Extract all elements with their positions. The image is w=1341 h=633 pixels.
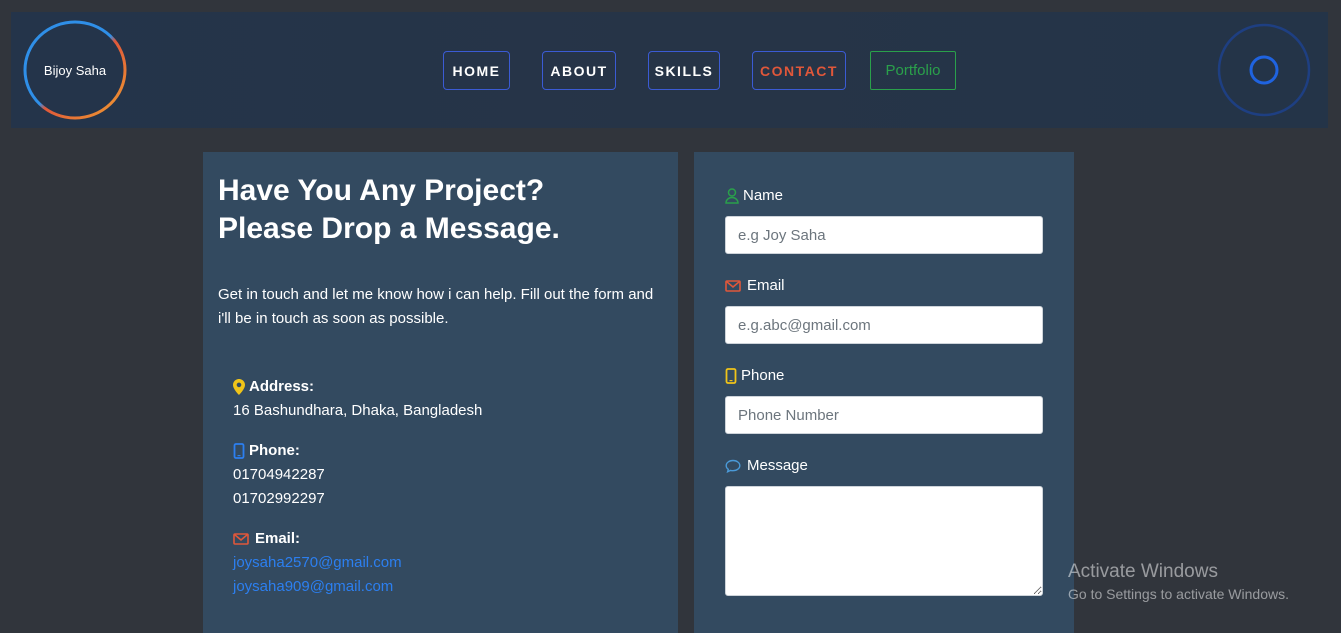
message-label: Message bbox=[747, 457, 808, 474]
loading-spinner-icon bbox=[1217, 23, 1311, 117]
phone-label: Phone: bbox=[249, 442, 300, 459]
message-field-group: Message bbox=[725, 456, 1043, 601]
phone-input[interactable] bbox=[725, 396, 1043, 434]
name-label: Name bbox=[743, 187, 784, 204]
phone-value-2: 01702992297 bbox=[233, 490, 325, 507]
contact-heading-line2: Please Drop a Message. bbox=[218, 212, 560, 245]
email-input[interactable] bbox=[725, 306, 1043, 344]
nav-portfolio-button[interactable]: Portfolio bbox=[870, 51, 956, 90]
envelope-icon bbox=[233, 533, 249, 545]
watermark-title: Activate Windows bbox=[1068, 561, 1218, 582]
phone-field-group: Phone bbox=[725, 366, 1043, 434]
envelope-icon bbox=[725, 280, 741, 292]
main-nav: HOME ABOUT SKILLS CONTACT Portfolio bbox=[11, 51, 1328, 90]
message-textarea[interactable] bbox=[725, 486, 1043, 596]
name-input[interactable] bbox=[725, 216, 1043, 254]
address-label: Address: bbox=[249, 378, 315, 395]
activate-windows-watermark: Activate Windows Go to Settings to activ… bbox=[1068, 560, 1289, 604]
phone-field-label: Phone bbox=[741, 367, 785, 384]
address-block: Address: 16 Bashundhara, Dhaka, Banglade… bbox=[233, 375, 663, 423]
nav-skills-button[interactable]: SKILLS bbox=[648, 51, 720, 90]
name-field-group: Name bbox=[725, 186, 1043, 254]
contact-form-card: Name Email Phone Message bbox=[694, 152, 1074, 633]
contact-info-card: Have You Any Project? Please Drop a Mess… bbox=[203, 152, 678, 633]
email-block: Email: joysaha2570@gmail.com joysaha909@… bbox=[233, 527, 663, 599]
email-label: Email: bbox=[255, 530, 301, 547]
address-value: 16 Bashundhara, Dhaka, Bangladesh bbox=[233, 402, 483, 419]
chat-bubble-icon bbox=[725, 459, 741, 473]
mobile-phone-icon bbox=[725, 368, 737, 384]
phone-block: Phone: 01704942287 01702992297 bbox=[233, 439, 663, 511]
nav-contact-button[interactable]: CONTACT bbox=[752, 51, 846, 90]
contact-heading-line1: Have You Any Project? bbox=[218, 174, 545, 207]
site-header: Bijoy Saha HOME ABOUT SKILLS CONTACT Por… bbox=[11, 12, 1328, 128]
email-link-2[interactable]: joysaha909@gmail.com bbox=[233, 575, 663, 599]
contact-details: Address: 16 Bashundhara, Dhaka, Banglade… bbox=[233, 375, 663, 599]
contact-description: Get in touch and let me know how i can h… bbox=[218, 286, 654, 327]
watermark-subtitle: Go to Settings to activate Windows. bbox=[1068, 586, 1289, 602]
user-icon bbox=[725, 188, 739, 204]
map-marker-icon bbox=[233, 379, 245, 395]
nav-home-button[interactable]: HOME bbox=[443, 51, 510, 90]
nav-about-button[interactable]: ABOUT bbox=[542, 51, 616, 90]
contact-heading: Have You Any Project? Please Drop a Mess… bbox=[218, 172, 663, 248]
email-field-label: Email bbox=[747, 277, 785, 294]
mobile-phone-icon bbox=[233, 443, 245, 459]
email-field-group: Email bbox=[725, 276, 1043, 344]
email-link-1[interactable]: joysaha2570@gmail.com bbox=[233, 551, 663, 575]
phone-value-1: 01704942287 bbox=[233, 466, 325, 483]
